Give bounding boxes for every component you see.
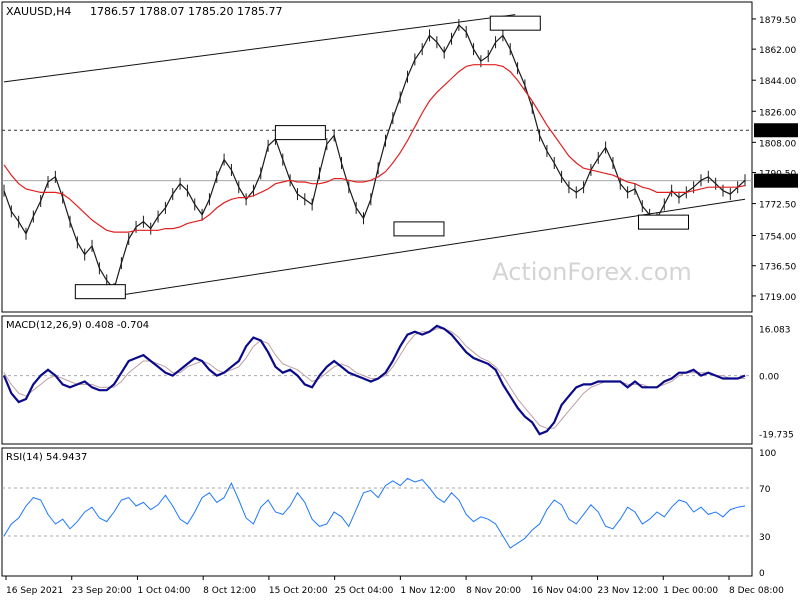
rsi-ytick-label: 30 (759, 533, 771, 543)
price-annotation-box (637, 214, 689, 230)
price-ytick-label: 1879.50 (759, 16, 796, 26)
rsi-ytick-label: 70 (759, 485, 771, 495)
x-tick-label: 15 Oct 20:00 (269, 586, 328, 596)
price-annotation-box (393, 221, 445, 237)
price-annotation (274, 125, 326, 141)
x-tick-label: 25 Oct 04:00 (335, 586, 394, 596)
x-tick-label: 8 Nov 20:00 (466, 586, 521, 596)
macd-ytick-label: -19.735 (759, 430, 794, 440)
price-ytick-label: 1862.00 (759, 46, 796, 56)
x-tick-label: 8 Dec 08:00 (729, 586, 784, 596)
x-tick-label: 1 Oct 04:00 (137, 586, 190, 596)
watermark: ActionForex.com (492, 258, 692, 286)
rsi-ytick-label: 0 (759, 569, 765, 579)
x-tick-label: 16 Nov 04:00 (532, 586, 593, 596)
x-tick-label: 1 Dec 00:00 (663, 586, 718, 596)
x-tick-label: 23 Sep 20:00 (72, 586, 132, 596)
symbol-label: XAUUSD,H4 (6, 5, 71, 18)
price-ytick-label: 1844.00 (759, 77, 796, 87)
price-ytick-label: 1790.50 (759, 170, 796, 180)
x-tick-label: 23 Nov 12:00 (598, 586, 659, 596)
x-tick-label: 1 Nov 12:00 (400, 586, 455, 596)
macd-ytick-label: 16.083 (759, 326, 791, 336)
price-annotation-box (74, 284, 126, 300)
resistance-level-tag (754, 123, 798, 138)
price-annotation (637, 214, 689, 230)
x-tick-label: 8 Oct 12:00 (203, 586, 256, 596)
trading-chart: XAUUSD,H4 1786.57 1788.07 1785.20 1785.7… (0, 0, 800, 600)
price-annotation (74, 284, 126, 300)
x-tick-label: 16 Sep 2021 (6, 586, 63, 596)
price-annotation-box (489, 15, 541, 31)
price-annotation (489, 15, 541, 31)
chart-background (0, 0, 800, 600)
price-ytick-label: 1826.00 (759, 108, 796, 118)
ohlc-label: 1786.57 1788.07 1785.20 1785.77 (90, 5, 282, 18)
price-ytick-label: 1808.00 (759, 139, 796, 149)
macd-title: MACD(12,26,9) 0.408 -0.704 (6, 320, 149, 331)
price-annotation-box (274, 125, 326, 141)
price-ytick-label: 1719.00 (759, 293, 796, 303)
price-ytick-label: 1754.00 (759, 233, 796, 243)
price-ytick-label: 1772.50 (759, 201, 796, 211)
rsi-title: RSI(14) 54.9437 (6, 452, 87, 463)
price-annotation (393, 221, 445, 237)
price-ytick-label: 1736.50 (759, 263, 796, 273)
macd-ytick-label: 0.00 (759, 373, 779, 383)
rsi-ytick-label: 100 (759, 449, 776, 459)
